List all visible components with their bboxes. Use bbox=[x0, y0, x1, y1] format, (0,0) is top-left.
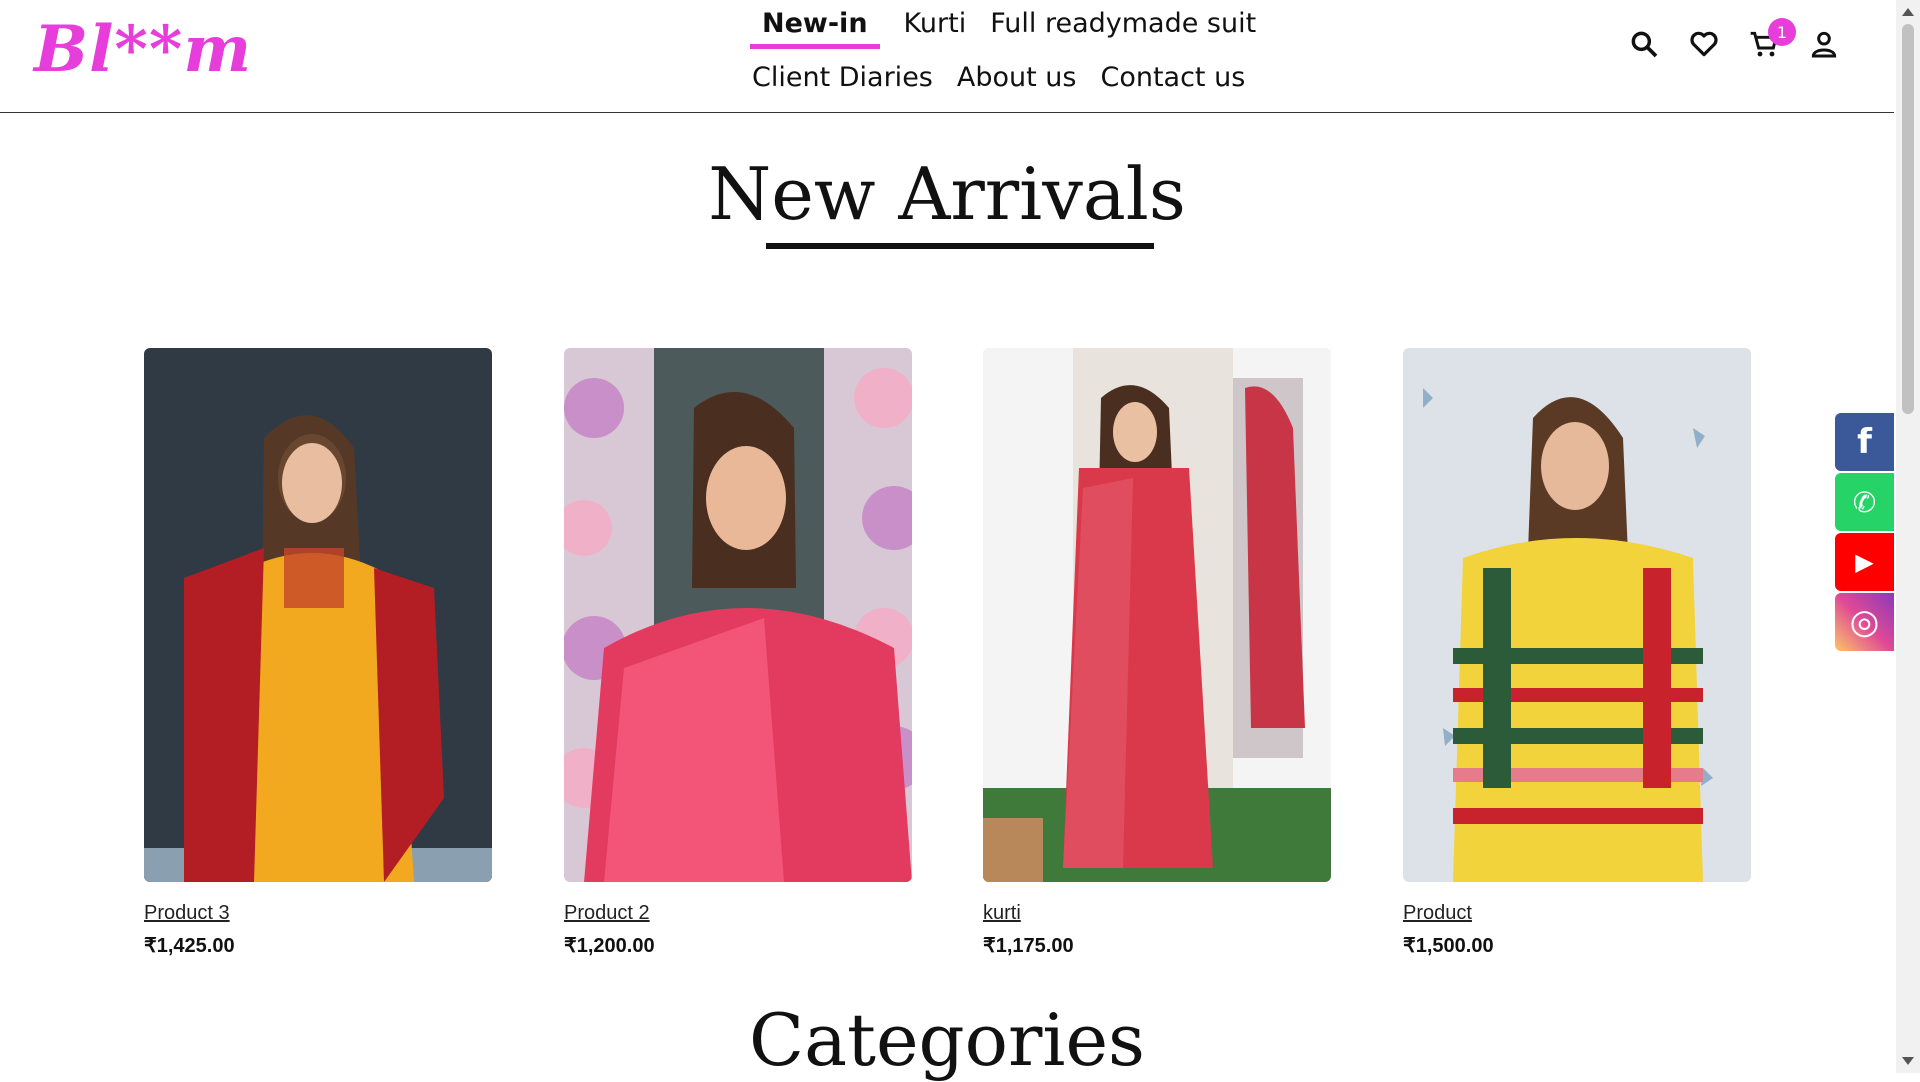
product-image[interactable] bbox=[564, 348, 912, 882]
nav-item-full-readymade-suit[interactable]: Full readymade suit bbox=[990, 8, 1256, 39]
product-image[interactable] bbox=[144, 348, 492, 882]
product-price: ₹1,500.00 bbox=[1403, 935, 1494, 957]
cart-count-badge: 1 bbox=[1768, 18, 1796, 46]
product-name[interactable]: Product bbox=[1403, 902, 1751, 925]
site-header: Bl**m New-in Kurti Full readymade suit C… bbox=[0, 0, 1894, 113]
search-button[interactable] bbox=[1628, 28, 1660, 64]
new-arrivals-title: New Arrivals bbox=[708, 152, 1186, 236]
scroll-down-arrow-icon[interactable] bbox=[1902, 1057, 1914, 1065]
product-card[interactable]: kurti ₹1,175.00 bbox=[983, 348, 1331, 958]
cart-button[interactable]: 1 bbox=[1748, 18, 1796, 64]
scroll-thumb[interactable] bbox=[1902, 24, 1914, 414]
product-name[interactable]: kurti bbox=[983, 902, 1331, 925]
youtube-button[interactable]: ▶ bbox=[1835, 533, 1894, 591]
product-image[interactable] bbox=[1403, 348, 1751, 882]
product-name[interactable]: Product 3 bbox=[144, 902, 492, 925]
brand-logo[interactable]: Bl**m bbox=[34, 12, 252, 87]
categories-title: Categories bbox=[749, 998, 1145, 1082]
product-card[interactable]: Product 3 ₹1,425.00 bbox=[144, 348, 492, 958]
facebook-icon: f bbox=[1857, 422, 1872, 462]
instagram-button[interactable]: ◎ bbox=[1835, 593, 1894, 651]
nav-item-client-diaries[interactable]: Client Diaries bbox=[752, 62, 933, 93]
whatsapp-icon: ✆ bbox=[1852, 485, 1877, 519]
header-actions: 1 bbox=[1628, 18, 1840, 64]
youtube-icon: ▶ bbox=[1855, 548, 1874, 576]
product-name[interactable]: Product 2 bbox=[564, 902, 912, 925]
product-price: ₹1,175.00 bbox=[983, 935, 1074, 957]
whatsapp-button[interactable]: ✆ bbox=[1835, 473, 1894, 531]
social-links: f ✆ ▶ ◎ bbox=[1835, 413, 1894, 653]
page-scrollbar[interactable] bbox=[1896, 0, 1920, 1073]
main-nav-row-2: Client Diaries About us Contact us bbox=[752, 62, 1245, 93]
nav-item-about-us[interactable]: About us bbox=[957, 62, 1077, 93]
instagram-icon: ◎ bbox=[1849, 602, 1880, 642]
product-price: ₹1,200.00 bbox=[564, 935, 655, 957]
heart-icon bbox=[1690, 31, 1718, 57]
facebook-button[interactable]: f bbox=[1835, 413, 1894, 471]
main-nav-row-1: New-in Kurti Full readymade suit bbox=[750, 8, 1256, 49]
scroll-up-arrow-icon[interactable] bbox=[1902, 8, 1914, 16]
product-price: ₹1,425.00 bbox=[144, 935, 235, 957]
product-card[interactable]: Product 2 ₹1,200.00 bbox=[564, 348, 912, 958]
product-card[interactable]: Product ₹1,500.00 bbox=[1403, 348, 1751, 958]
product-image[interactable] bbox=[983, 348, 1331, 882]
search-icon bbox=[1631, 31, 1658, 58]
nav-item-kurti[interactable]: Kurti bbox=[904, 8, 967, 39]
user-icon bbox=[1811, 31, 1837, 58]
title-underline bbox=[766, 243, 1154, 249]
nav-item-contact-us[interactable]: Contact us bbox=[1100, 62, 1245, 93]
wishlist-button[interactable] bbox=[1688, 28, 1720, 64]
nav-item-new-in[interactable]: New-in bbox=[750, 8, 880, 49]
account-button[interactable] bbox=[1808, 28, 1840, 64]
